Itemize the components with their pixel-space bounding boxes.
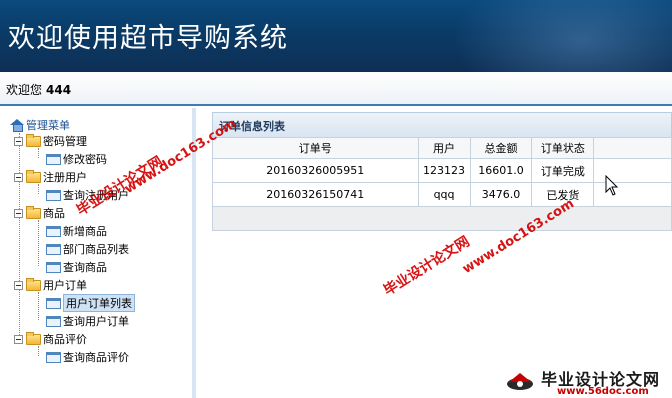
tree-item-label: 新增商品	[63, 225, 107, 238]
menu-root[interactable]: 管理菜单	[10, 117, 70, 133]
column-header-user: 用户	[417, 137, 471, 159]
tree-group-password[interactable]: 密码管理	[14, 133, 87, 149]
page-icon	[46, 225, 61, 237]
page-icon	[46, 153, 61, 165]
folder-icon	[26, 169, 41, 183]
tree-line	[38, 148, 39, 158]
folder-icon	[26, 331, 41, 345]
sidebar-menu: 管理菜单 密码管理 修改密码 注册用户 查询注册用户 商品 新增商品 部门商品列…	[0, 108, 196, 398]
table-row[interactable]: 20160326150741 qqq 3476.0 已发货	[212, 182, 672, 207]
panel-title: 订单信息列表	[212, 112, 672, 137]
user-bar: 欢迎您 444	[0, 72, 672, 106]
logo-mark-icon	[507, 373, 533, 390]
tree-item-query-orders[interactable]: 查询用户订单	[46, 313, 129, 329]
tree-item-add-product[interactable]: 新增商品	[46, 223, 107, 239]
tree-item-query-products[interactable]: 查询商品	[46, 259, 107, 275]
page-icon	[46, 243, 61, 255]
order-list-panel: 订单信息列表 订单号 用户 总金额 订单状态 20160326005951 12…	[212, 112, 672, 237]
tree-item-label: 修改密码	[63, 153, 107, 166]
tree-group-reviews[interactable]: 商品评价	[14, 331, 87, 347]
total-cell: 3476.0	[469, 182, 533, 207]
tree-line	[38, 292, 39, 320]
page-icon	[46, 297, 61, 309]
tree-item-department-products[interactable]: 部门商品列表	[46, 241, 129, 257]
tree-item-label: 查询商品	[63, 261, 107, 274]
user-cell: 123123	[417, 158, 471, 183]
folder-icon	[26, 277, 41, 291]
home-icon	[10, 119, 24, 132]
header-banner: 欢迎使用超市导购系统	[0, 0, 672, 72]
order-no-cell: 20160326005951	[212, 158, 419, 183]
tree-line	[38, 346, 39, 356]
page-icon	[46, 315, 61, 327]
column-header-extra	[593, 137, 672, 159]
table-row[interactable]: 20160326005951 123123 16601.0 订单完成	[212, 158, 672, 183]
folder-icon	[26, 133, 41, 147]
column-header-status: 订单状态	[531, 137, 595, 159]
folder-icon	[26, 205, 41, 219]
column-header-order-no: 订单号	[212, 137, 419, 159]
orders-table: 订单号 用户 总金额 订单状态 20160326005951 123123 16…	[212, 137, 672, 207]
tree-item-label: 部门商品列表	[63, 243, 129, 256]
welcome-label: 欢迎您	[6, 83, 43, 97]
tree-item-change-password[interactable]: 修改密码	[46, 151, 107, 167]
tree-item-label: 查询商品评价	[63, 351, 129, 364]
table-header-row: 订单号 用户 总金额 订单状态	[212, 137, 672, 159]
collapse-toggle-icon[interactable]	[14, 136, 23, 146]
status-cell: 订单完成	[531, 158, 595, 183]
tree-group-products[interactable]: 商品	[14, 205, 65, 221]
collapse-toggle-icon[interactable]	[14, 172, 23, 182]
page-icon	[46, 351, 61, 363]
tree-item-label-selected: 用户订单列表	[63, 294, 135, 312]
column-header-total: 总金额	[469, 137, 533, 159]
app-title: 欢迎使用超市导购系统	[8, 23, 288, 54]
collapse-toggle-icon[interactable]	[14, 334, 23, 344]
page-icon	[46, 261, 61, 273]
page-icon	[46, 189, 61, 201]
user-cell: qqq	[417, 182, 471, 207]
tree-line	[19, 133, 20, 341]
tree-line	[38, 220, 39, 266]
tree-group-user-orders[interactable]: 用户订单	[14, 277, 87, 293]
tree-group-registered-users[interactable]: 注册用户	[14, 169, 87, 185]
total-cell: 16601.0	[469, 158, 533, 183]
tree-group-label: 用户订单	[43, 279, 87, 292]
tree-group-label: 密码管理	[43, 135, 87, 148]
tree-group-label: 注册用户	[43, 171, 87, 184]
panel-footer	[212, 207, 672, 231]
tree-item-order-list[interactable]: 用户订单列表	[46, 294, 135, 312]
tree-item-label: 查询用户订单	[63, 315, 129, 328]
tree-group-label: 商品评价	[43, 333, 87, 346]
tree-group-label: 商品	[43, 207, 65, 220]
banner-glow	[452, 0, 672, 72]
mouse-cursor-icon	[605, 175, 619, 196]
tree-item-query-reviews[interactable]: 查询商品评价	[46, 349, 129, 365]
collapse-toggle-icon[interactable]	[14, 208, 23, 218]
tree-line	[38, 184, 39, 194]
logo-url: www.56doc.com	[557, 386, 649, 397]
username: 444	[46, 83, 72, 97]
collapse-toggle-icon[interactable]	[14, 280, 23, 290]
menu-root-label: 管理菜单	[26, 119, 70, 132]
logo-watermark: 毕业设计论文网 www.56doc.com	[505, 366, 672, 398]
watermark-site-name: 毕业设计论文网	[380, 233, 473, 300]
order-no-cell: 20160326150741	[212, 182, 419, 207]
